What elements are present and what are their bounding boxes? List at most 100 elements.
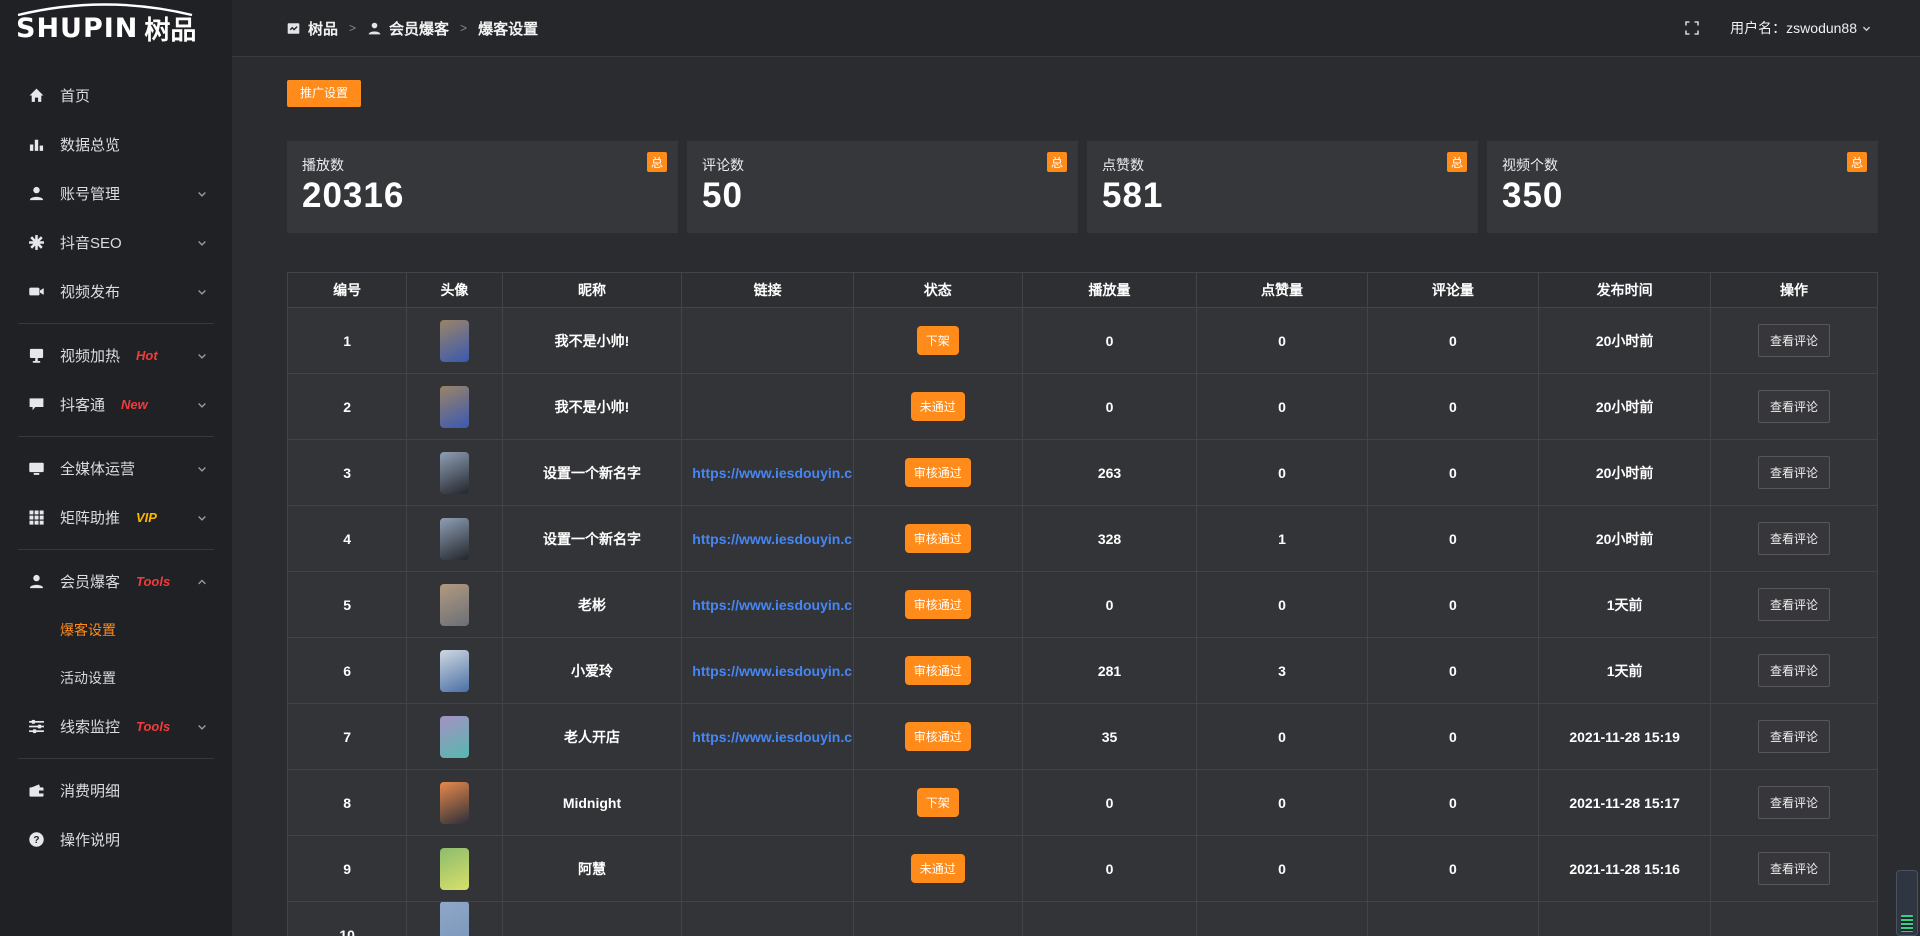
status-badge: 下架 [917,788,959,817]
sidebar-subitem-activity-settings[interactable]: 活动设置 [0,654,232,702]
sidebar-item-clue-monitor[interactable]: 线索监控Tools [0,702,232,751]
cell-status: 未通过 [854,836,1023,902]
cell-nickname: 设置一个新名字 [502,506,682,572]
sidebar-item-matrix-boost[interactable]: 矩阵助推VIP [0,493,232,542]
sidebar-divider [18,549,214,550]
user-menu[interactable]: 用户名：zswodun88 [1730,18,1872,38]
breadcrumb-item-baoke-settings[interactable]: 爆客设置 [478,18,538,39]
status-badge: 审核通过 [905,524,971,553]
view-comments-button[interactable]: 查看评论 [1758,852,1830,885]
col-header-7: 评论量 [1367,273,1539,308]
promotion-settings-button[interactable]: 推广设置 [287,80,361,107]
status-badge: 审核通过 [905,590,971,619]
sidebar-item-video-publish[interactable]: 视频发布 [0,267,232,316]
sidebar-item-label: 数据总览 [60,134,120,155]
cell-plays: 263 [1022,440,1197,506]
cell-nickname: 设置一个新名字 [502,440,682,506]
sidebar-item-douyin-seo[interactable]: 抖音SEO [0,218,232,267]
cell-likes: 0 [1197,308,1367,374]
cell-plays: 0 [1022,836,1197,902]
stat-card-videos: 视频个数350总 [1487,141,1878,233]
avatar [440,848,469,890]
cell-comments: 0 [1367,704,1539,770]
cell-likes: 0 [1197,836,1367,902]
cell-id: 4 [288,506,407,572]
cell-action: 查看评论 [1711,836,1878,902]
breadcrumb-item-member-baoke[interactable]: 会员爆客 [367,18,449,39]
cell-link: https://www.iesdouyin.c [682,506,854,572]
user-icon [28,573,45,590]
table-row: 1我不是小帅!下架00020小时前查看评论 [288,308,1878,374]
topbar: 树品>会员爆客>爆客设置 用户名：zswodun88 [232,0,1920,57]
cell-plays: 0 [1022,770,1197,836]
cell-plays: 35 [1022,704,1197,770]
chevron-down-icon [196,188,208,200]
view-comments-button[interactable]: 查看评论 [1758,654,1830,687]
sidebar-item-account-manage[interactable]: 账号管理 [0,169,232,218]
user-icon [28,185,45,202]
col-header-9: 操作 [1711,273,1878,308]
sidebar-item-operation-guide[interactable]: ?操作说明 [0,815,232,864]
video-link[interactable]: https://www.iesdouyin.c [692,531,852,547]
screen-icon [28,347,45,364]
monitor-icon [28,460,45,477]
cell-status: 审核通过 [854,572,1023,638]
cell-avatar [407,308,502,374]
cell-action: 查看评论 [1711,308,1878,374]
sidebar-item-label: 操作说明 [60,829,120,850]
breadcrumb-item-shupin[interactable]: 树品 [286,18,338,39]
breadcrumb-label: 树品 [308,18,338,39]
view-comments-button[interactable]: 查看评论 [1758,786,1830,819]
cell-plays: 0 [1022,374,1197,440]
sidebar-item-media-operation[interactable]: 全媒体运营 [0,444,232,493]
sidebar-item-home[interactable]: 首页 [0,71,232,120]
cell-time: 20小时前 [1539,506,1711,572]
username-label: 用户名：zswodun88 [1730,18,1857,38]
brand-logo[interactable]: SHUPIN 树品 [0,0,232,57]
chevron-down-icon [196,350,208,362]
view-comments-button[interactable]: 查看评论 [1758,588,1830,621]
video-link[interactable]: https://www.iesdouyin.c [692,465,852,481]
sidebar-item-label: 视频发布 [60,281,120,302]
cell-plays: 281 [1022,638,1197,704]
cell-time: 20小时前 [1539,440,1711,506]
view-comments-button[interactable]: 查看评论 [1758,456,1830,489]
cell-plays [1022,902,1197,936]
sidebar-item-consume-detail[interactable]: 消费明细 [0,766,232,815]
cell-time [1539,902,1711,936]
sidebar-item-member-baoke[interactable]: 会员爆客Tools [0,557,232,606]
cell-link [682,770,854,836]
video-link[interactable]: https://www.iesdouyin.c [692,597,852,613]
cell-plays: 328 [1022,506,1197,572]
sidebar-item-label: 矩阵助推 [60,507,120,528]
status-badge: 下架 [917,326,959,355]
view-comments-button[interactable]: 查看评论 [1758,324,1830,357]
view-comments-button[interactable]: 查看评论 [1758,720,1830,753]
view-comments-button[interactable]: 查看评论 [1758,390,1830,423]
cell-action: 查看评论 [1711,506,1878,572]
sidebar-item-doukoutong[interactable]: 抖客通New [0,380,232,429]
sidebar-item-data-overview[interactable]: 数据总览 [0,120,232,169]
cell-status: 审核通过 [854,440,1023,506]
cell-time: 2021-11-28 15:19 [1539,704,1711,770]
chevron-down-icon [196,463,208,475]
sidebar-item-badge: New [121,397,148,412]
sidebar-item-label: 全媒体运营 [60,458,135,479]
cell-id: 9 [288,836,407,902]
fullscreen-icon[interactable] [1684,20,1700,36]
stat-card-total-badge: 总 [647,152,667,172]
status-badge: 审核通过 [905,722,971,751]
cell-nickname: Midnight [502,770,682,836]
video-link[interactable]: https://www.iesdouyin.c [692,729,852,745]
floating-widget[interactable] [1896,870,1918,936]
stat-card-value: 20316 [302,176,663,216]
sidebar-nav: 首页数据总览账号管理抖音SEO 视频发布视频加热Hot抖客通New 全媒体运营矩阵助… [0,57,232,864]
stat-card-total-badge: 总 [1047,152,1067,172]
sidebar-item-label: 会员爆客 [60,571,120,592]
home-icon [28,87,45,104]
video-link[interactable]: https://www.iesdouyin.c [692,663,852,679]
view-comments-button[interactable]: 查看评论 [1758,522,1830,555]
stat-card-comments: 评论数50总 [687,141,1078,233]
sidebar-item-video-heat[interactable]: 视频加热Hot [0,331,232,380]
sidebar-subitem-baoke-settings[interactable]: 爆客设置 [0,606,232,654]
